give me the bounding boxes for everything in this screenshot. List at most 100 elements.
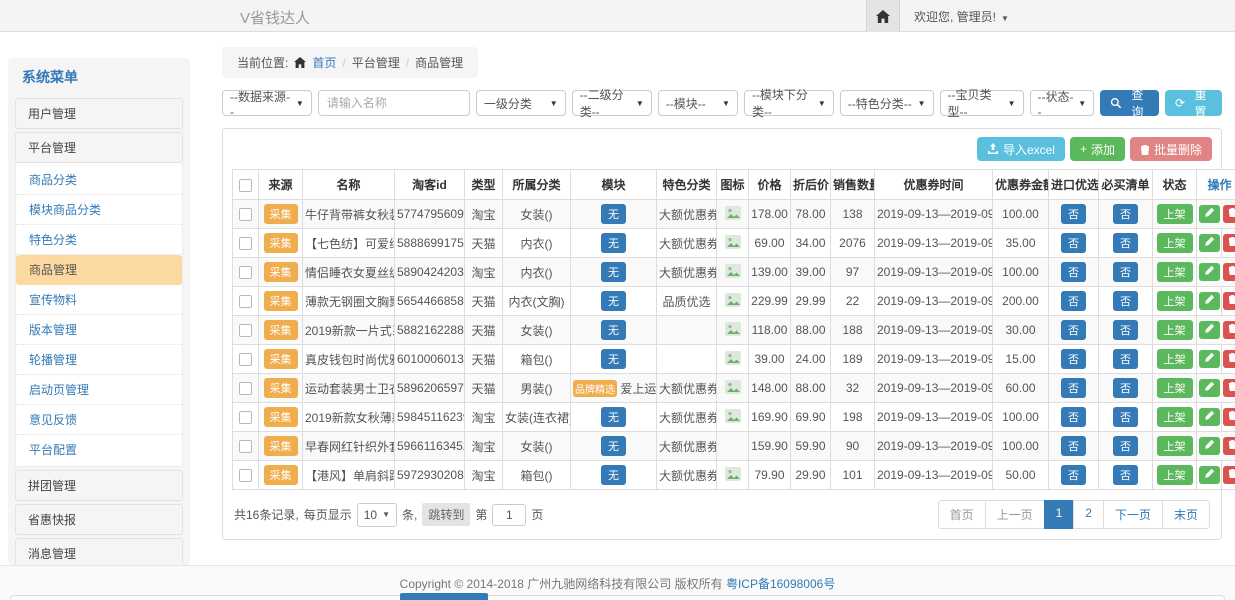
must-buy-toggle[interactable]: 否 bbox=[1113, 436, 1138, 456]
must-buy-toggle[interactable]: 否 bbox=[1113, 407, 1138, 427]
filter-select-item-type[interactable]: --宝贝类型--▼ bbox=[940, 90, 1024, 116]
filter-select-level2-category[interactable]: --二级分类--▼ bbox=[572, 90, 652, 116]
import-select-toggle[interactable]: 否 bbox=[1061, 233, 1086, 253]
sidebar-item-saving-news[interactable]: 省惠快报 bbox=[15, 504, 183, 535]
delete-button[interactable] bbox=[1223, 292, 1235, 310]
must-buy-toggle[interactable]: 否 bbox=[1113, 291, 1138, 311]
edit-button[interactable] bbox=[1199, 263, 1220, 281]
sidebar-item-splash-page-mgmt[interactable]: 启动页管理 bbox=[16, 375, 182, 405]
row-checkbox[interactable] bbox=[239, 469, 252, 482]
edit-button[interactable] bbox=[1199, 292, 1220, 310]
edit-button[interactable] bbox=[1199, 350, 1220, 368]
sidebar-item-groupbuy-mgmt[interactable]: 拼团管理 bbox=[15, 470, 183, 501]
import-select-toggle[interactable]: 否 bbox=[1061, 262, 1086, 282]
status-button[interactable]: 上架 bbox=[1157, 349, 1193, 369]
status-button[interactable]: 上架 bbox=[1157, 407, 1193, 427]
edit-button[interactable] bbox=[1199, 205, 1220, 223]
delete-button[interactable] bbox=[1223, 408, 1235, 426]
last-page-button[interactable]: 末页 bbox=[1162, 500, 1210, 529]
import-select-toggle[interactable]: 否 bbox=[1061, 349, 1086, 369]
row-checkbox[interactable] bbox=[239, 353, 252, 366]
select-all-checkbox[interactable] bbox=[239, 179, 252, 192]
delete-button[interactable] bbox=[1223, 321, 1235, 339]
import-select-toggle[interactable]: 否 bbox=[1061, 465, 1086, 485]
row-checkbox[interactable] bbox=[239, 266, 252, 279]
sidebar-item-user-mgmt[interactable]: 用户管理 bbox=[15, 98, 183, 129]
must-buy-toggle[interactable]: 否 bbox=[1113, 320, 1138, 340]
row-checkbox[interactable] bbox=[239, 208, 252, 221]
import-select-toggle[interactable]: 否 bbox=[1061, 204, 1086, 224]
user-menu[interactable]: 欢迎您, 管理员!▼ bbox=[914, 8, 1009, 25]
filter-select-level1-category[interactable]: 一级分类▼ bbox=[476, 90, 566, 116]
filter-select-status[interactable]: --状态--▼ bbox=[1030, 90, 1095, 116]
delete-button[interactable] bbox=[1223, 437, 1235, 455]
page-number-input[interactable] bbox=[492, 504, 526, 526]
sidebar-item-goods-mgmt[interactable]: 商品管理 bbox=[16, 255, 182, 285]
page-1-button[interactable]: 1 bbox=[1044, 500, 1075, 529]
delete-button[interactable] bbox=[1223, 350, 1235, 368]
status-button[interactable]: 上架 bbox=[1157, 320, 1193, 340]
batch-delete-button[interactable]: 批量删除 bbox=[1130, 137, 1212, 161]
status-button[interactable]: 上架 bbox=[1157, 204, 1193, 224]
sidebar-item-message-mgmt[interactable]: 消息管理 bbox=[15, 538, 183, 565]
import-select-toggle[interactable]: 否 bbox=[1061, 320, 1086, 340]
filter-select-feature-category[interactable]: --特色分类--▼ bbox=[840, 90, 934, 116]
sidebar-item-platform-mgmt[interactable]: 平台管理 bbox=[15, 132, 183, 163]
search-button[interactable]: 查询 bbox=[1100, 90, 1159, 116]
sidebar-item-module-goods-category[interactable]: 模块商品分类 bbox=[16, 195, 182, 225]
reset-button[interactable]: ⟳ 重置 bbox=[1165, 90, 1222, 116]
sidebar-item-platform-config[interactable]: 平台配置 bbox=[16, 435, 182, 464]
filter-select-module[interactable]: --模块--▼ bbox=[658, 90, 738, 116]
page-2-button[interactable]: 2 bbox=[1073, 500, 1104, 529]
must-buy-toggle[interactable]: 否 bbox=[1113, 204, 1138, 224]
filter-select-module-subcategory[interactable]: --模块下分类--▼ bbox=[744, 90, 834, 116]
import-select-toggle[interactable]: 否 bbox=[1061, 436, 1086, 456]
prev-page-button[interactable]: 上一页 bbox=[985, 500, 1045, 529]
edit-button[interactable] bbox=[1199, 408, 1220, 426]
filter-select-data-source[interactable]: --数据来源--▼ bbox=[222, 90, 312, 116]
status-button[interactable]: 上架 bbox=[1157, 465, 1193, 485]
import-excel-button[interactable]: 导入excel bbox=[977, 137, 1065, 161]
status-button[interactable]: 上架 bbox=[1157, 378, 1193, 398]
delete-button[interactable] bbox=[1223, 205, 1235, 223]
import-select-toggle[interactable]: 否 bbox=[1061, 291, 1086, 311]
status-button[interactable]: 上架 bbox=[1157, 436, 1193, 456]
edit-button[interactable] bbox=[1199, 379, 1220, 397]
sidebar-item-version-mgmt[interactable]: 版本管理 bbox=[16, 315, 182, 345]
sidebar-item-carousel-mgmt[interactable]: 轮播管理 bbox=[16, 345, 182, 375]
row-checkbox[interactable] bbox=[239, 440, 252, 453]
edit-button[interactable] bbox=[1199, 321, 1220, 339]
next-page-button[interactable]: 下一页 bbox=[1103, 500, 1163, 529]
status-button[interactable]: 上架 bbox=[1157, 291, 1193, 311]
row-checkbox[interactable] bbox=[239, 324, 252, 337]
delete-button[interactable] bbox=[1223, 234, 1235, 252]
must-buy-toggle[interactable]: 否 bbox=[1113, 262, 1138, 282]
jump-button[interactable]: 跳转到 bbox=[422, 503, 470, 526]
name-input[interactable] bbox=[318, 90, 470, 116]
must-buy-toggle[interactable]: 否 bbox=[1113, 378, 1138, 398]
delete-button[interactable] bbox=[1223, 466, 1235, 484]
edit-button[interactable] bbox=[1199, 466, 1220, 484]
icp-link[interactable]: 粤ICP备16098006号 bbox=[726, 575, 835, 592]
row-checkbox[interactable] bbox=[239, 295, 252, 308]
must-buy-toggle[interactable]: 否 bbox=[1113, 465, 1138, 485]
row-checkbox[interactable] bbox=[239, 237, 252, 250]
first-page-button[interactable]: 首页 bbox=[938, 500, 986, 529]
delete-button[interactable] bbox=[1223, 379, 1235, 397]
must-buy-toggle[interactable]: 否 bbox=[1113, 349, 1138, 369]
sidebar-item-feedback[interactable]: 意见反馈 bbox=[16, 405, 182, 435]
breadcrumb-home-link[interactable]: 首页 bbox=[312, 54, 336, 71]
sidebar-item-goods-category[interactable]: 商品分类 bbox=[16, 165, 182, 195]
add-button[interactable]: + 添加 bbox=[1070, 137, 1125, 161]
delete-button[interactable] bbox=[1223, 263, 1235, 281]
import-select-toggle[interactable]: 否 bbox=[1061, 407, 1086, 427]
row-checkbox[interactable] bbox=[239, 411, 252, 424]
status-button[interactable]: 上架 bbox=[1157, 262, 1193, 282]
edit-button[interactable] bbox=[1199, 437, 1220, 455]
sidebar-item-feature-category[interactable]: 特色分类 bbox=[16, 225, 182, 255]
must-buy-toggle[interactable]: 否 bbox=[1113, 233, 1138, 253]
row-checkbox[interactable] bbox=[239, 382, 252, 395]
sidebar-item-promo-materials[interactable]: 宣传物料 bbox=[16, 285, 182, 315]
status-button[interactable]: 上架 bbox=[1157, 233, 1193, 253]
import-select-toggle[interactable]: 否 bbox=[1061, 378, 1086, 398]
